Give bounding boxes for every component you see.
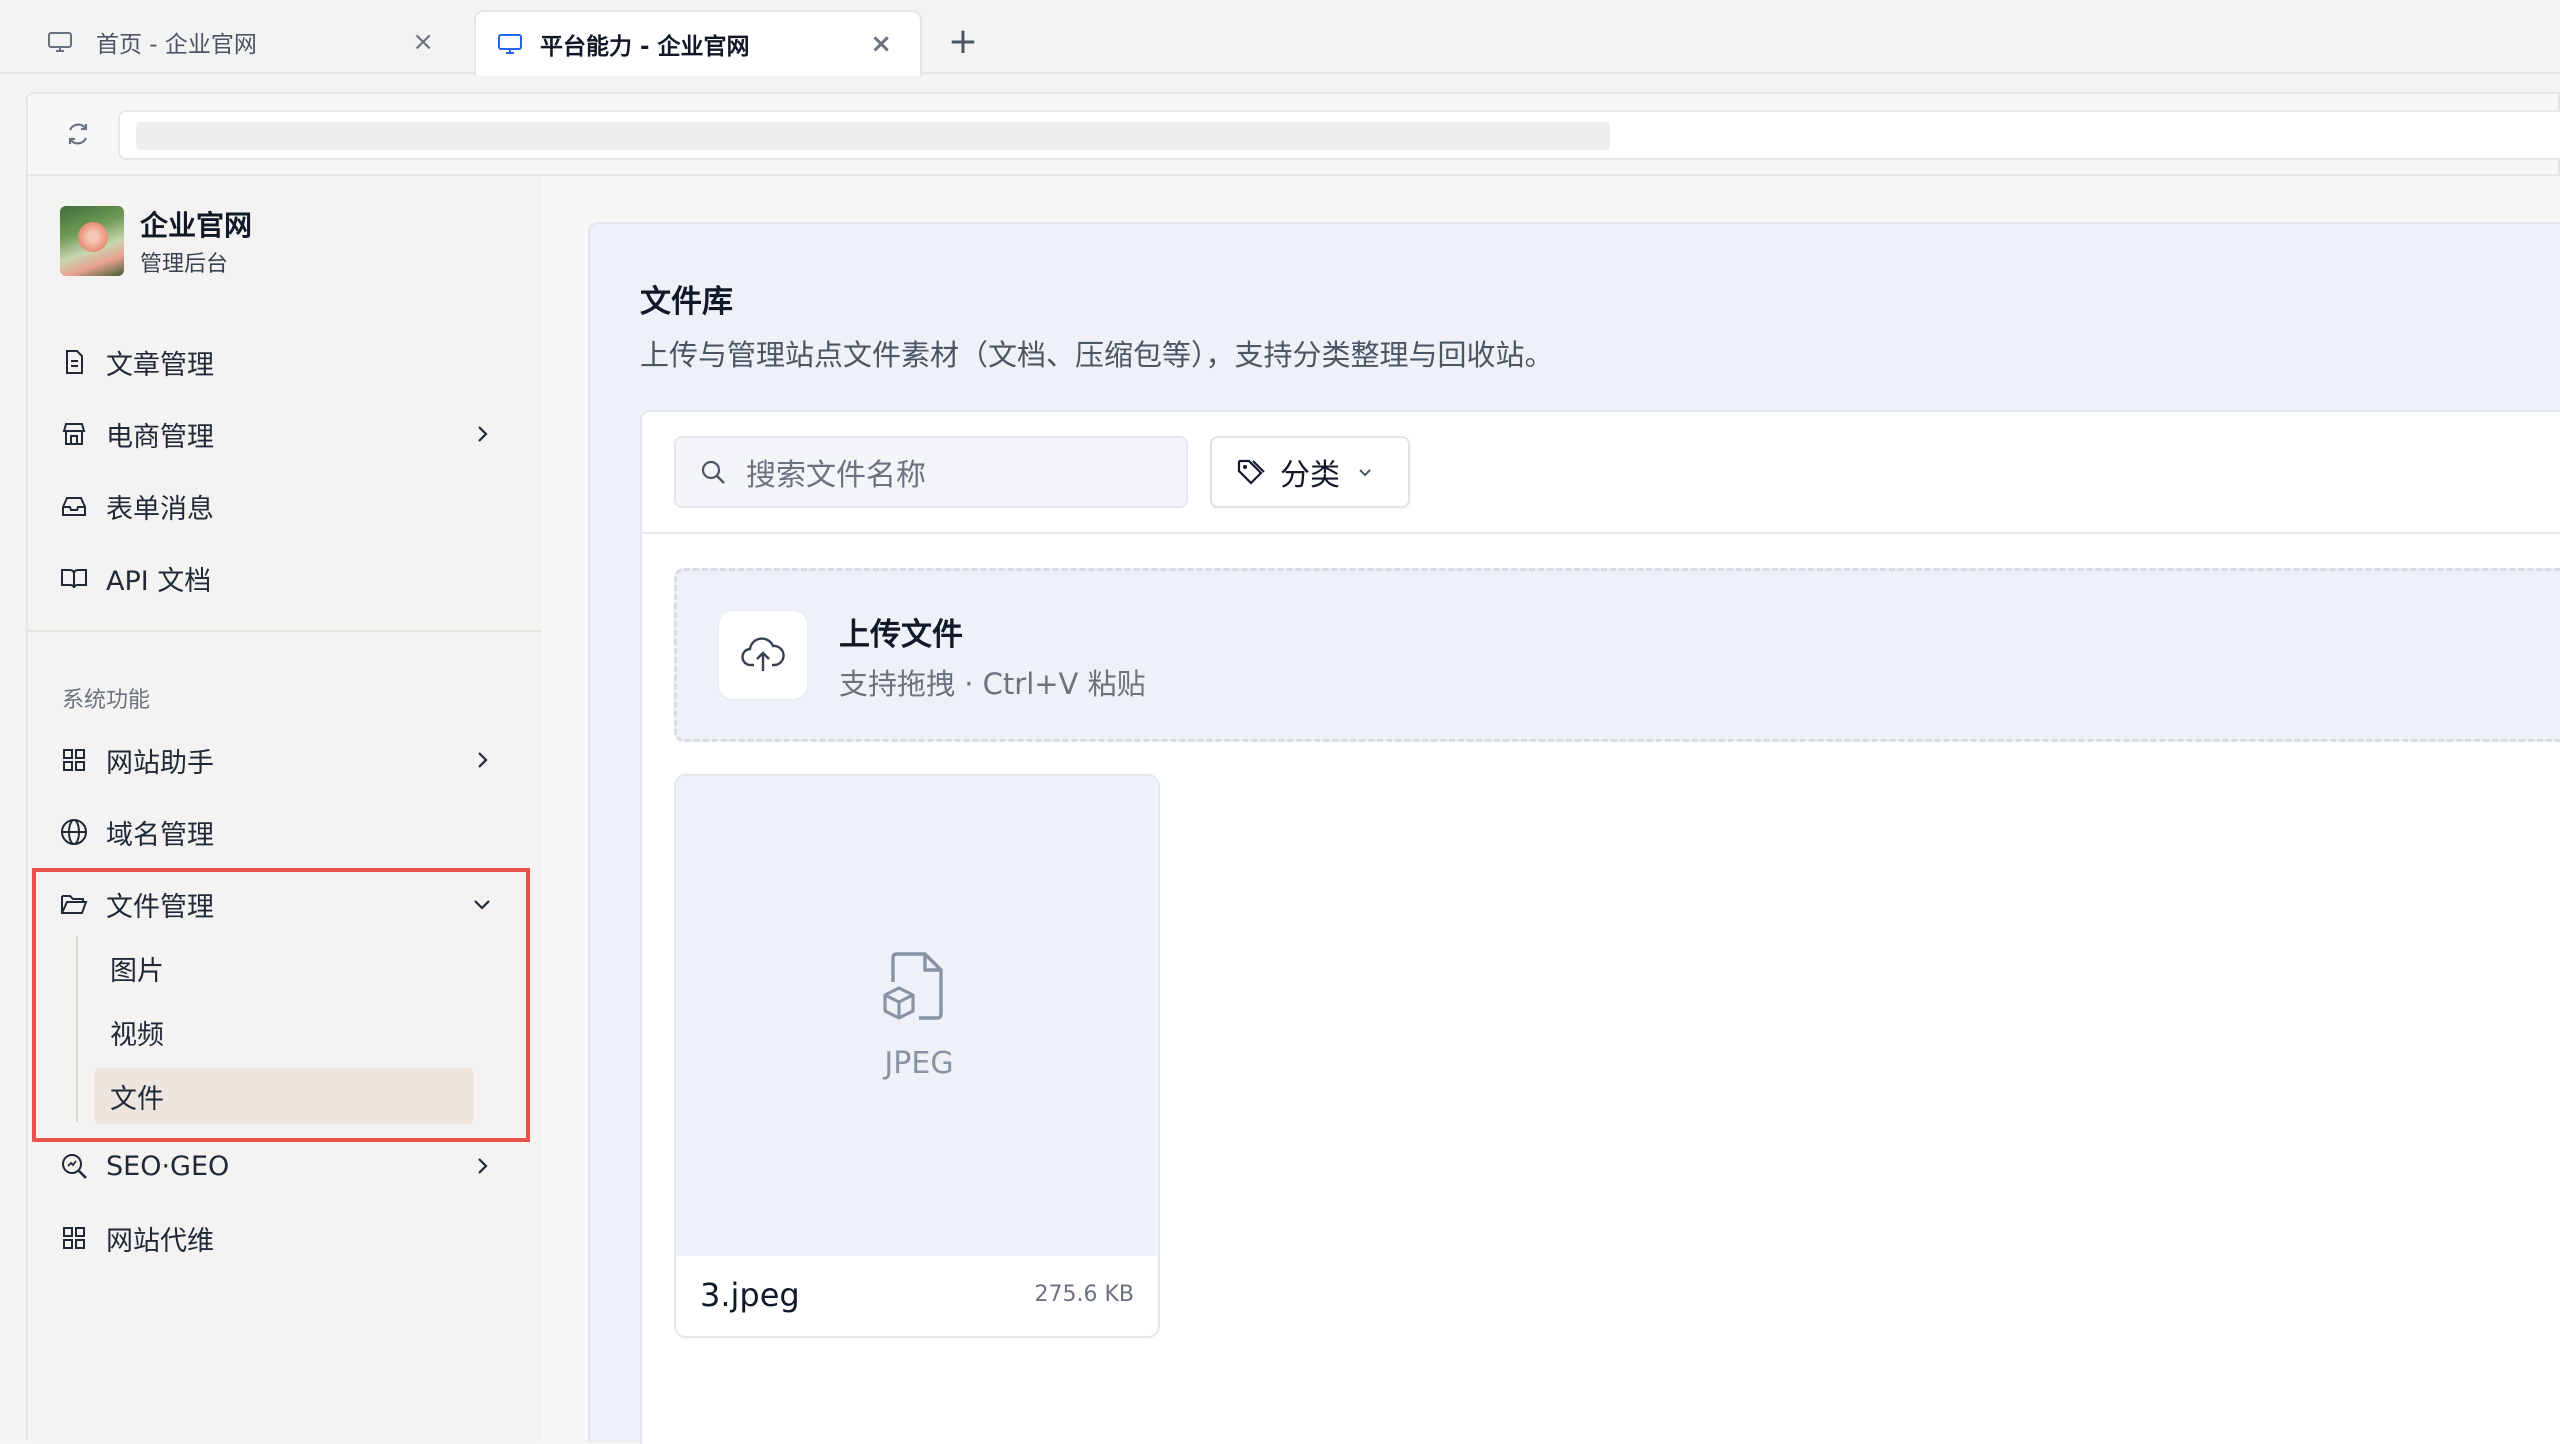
close-icon[interactable]: × [870, 12, 892, 76]
sidebar-section-title: 系统功能 [62, 688, 151, 713]
file-card[interactable]: JPEG 3.jpeg 275.6 KB [674, 774, 1160, 1338]
cloud-upload-icon [719, 611, 807, 699]
sidebar-item-site-assistant[interactable]: 网站助手 [58, 728, 534, 792]
file-size: 275.6 KB [1034, 1282, 1135, 1307]
category-label: 分类 [1280, 458, 1340, 493]
tag-icon [1234, 455, 1268, 489]
sidebar-item-label: 网站助手 [106, 747, 214, 779]
search-placeholder: 搜索文件名称 [746, 458, 926, 493]
browser-tab-platform[interactable]: 平台能力 - 企业官网 × [474, 10, 922, 76]
sidebar-item-label: SEO·GEO [106, 1150, 230, 1182]
chevron-down-icon [1354, 461, 1376, 483]
monitor-icon [494, 12, 526, 76]
file-type-label: JPEG [884, 1046, 954, 1081]
upload-subtitle: 支持拖拽 · Ctrl+V 粘贴 [839, 667, 1146, 701]
file-cube-icon [876, 946, 952, 1026]
reload-icon[interactable] [56, 112, 100, 156]
category-dropdown[interactable]: 分类 [1210, 436, 1410, 508]
page-description: 上传与管理站点文件素材（文档、压缩包等），支持分类整理与回收站。 [640, 338, 1554, 372]
new-tab-button[interactable]: + [940, 18, 986, 64]
monitor-icon [44, 10, 76, 74]
brand[interactable]: 企业官网 管理后台 [60, 206, 253, 277]
grid-icon [58, 744, 90, 776]
page-title: 文件库 [640, 284, 733, 320]
file-name: 3.jpeg [700, 1276, 800, 1314]
address-bar-row [26, 92, 2560, 174]
search-input[interactable]: 搜索文件名称 [674, 436, 1188, 508]
main-content: 文件库 上传与管理站点文件素材（文档、压缩包等），支持分类整理与回收站。 搜索文… [588, 222, 2560, 1444]
brand-subtitle: 管理后台 [140, 252, 229, 277]
globe-icon [58, 816, 90, 848]
chevron-right-icon [466, 418, 498, 450]
browser-tab-home[interactable]: 首页 - 企业官网 × [12, 10, 462, 74]
search-icon [698, 457, 728, 487]
sidebar-item-domains[interactable]: 域名管理 [58, 800, 534, 864]
document-icon [58, 346, 90, 378]
file-thumbnail: JPEG [676, 776, 1158, 1256]
brand-name: 企业官网 [140, 209, 253, 242]
sidebar-item-label: 网站代维 [106, 1225, 214, 1257]
chevron-right-icon [466, 744, 498, 776]
browser-tab-title: 首页 - 企业官网 [96, 32, 257, 58]
url-input[interactable] [118, 110, 2560, 160]
upload-dropzone[interactable]: 上传文件 支持拖拽 · Ctrl+V 粘贴 [674, 568, 2560, 742]
admin-app: 企业官网 管理后台 文章管理 电商管理 表单消息 API 文档 系统功能 网站助… [26, 174, 2560, 1444]
sidebar-item-seo-geo[interactable]: SEO·GEO [58, 1134, 534, 1198]
sidebar-item-ecommerce[interactable]: 电商管理 [58, 402, 534, 466]
close-icon[interactable]: × [412, 10, 434, 74]
sidebar-item-label: API 文档 [106, 565, 212, 597]
book-icon [58, 562, 90, 594]
file-library-panel: 搜索文件名称 分类 上传文件 支持拖拽 · Ctrl+V 粘贴 JPEG 3.j… [640, 410, 2560, 1444]
file-toolbar: 搜索文件名称 分类 [642, 412, 2560, 534]
browser-tab-title: 平台能力 - 企业官网 [540, 34, 750, 60]
chevron-right-icon [466, 1150, 498, 1182]
sidebar-item-label: 电商管理 [106, 421, 214, 453]
browser-window: 首页 - 企业官网 × 平台能力 - 企业官网 × + 企业官网 管理后台 文章… [0, 0, 2560, 1444]
brand-logo [60, 206, 124, 276]
sidebar-divider [28, 630, 542, 632]
store-icon [58, 418, 90, 450]
sidebar-item-api-docs[interactable]: API 文档 [58, 546, 534, 610]
search-analytics-icon [58, 1150, 90, 1182]
sidebar-item-articles[interactable]: 文章管理 [58, 330, 534, 394]
blurred-url [136, 122, 1610, 150]
sidebar-item-label: 文章管理 [106, 349, 214, 381]
grid-icon [58, 1222, 90, 1254]
sidebar: 企业官网 管理后台 文章管理 电商管理 表单消息 API 文档 系统功能 网站助… [28, 176, 542, 1442]
tab-strip: 首页 - 企业官网 × 平台能力 - 企业官网 × + [0, 0, 2560, 76]
sidebar-item-site-maintenance[interactable]: 网站代维 [58, 1206, 534, 1270]
sidebar-item-label: 表单消息 [106, 493, 214, 525]
sidebar-item-form-messages[interactable]: 表单消息 [58, 474, 534, 538]
upload-title: 上传文件 [839, 617, 963, 653]
sidebar-item-label: 域名管理 [106, 819, 214, 851]
inbox-icon [58, 490, 90, 522]
annotation-highlight-box [32, 868, 530, 1142]
